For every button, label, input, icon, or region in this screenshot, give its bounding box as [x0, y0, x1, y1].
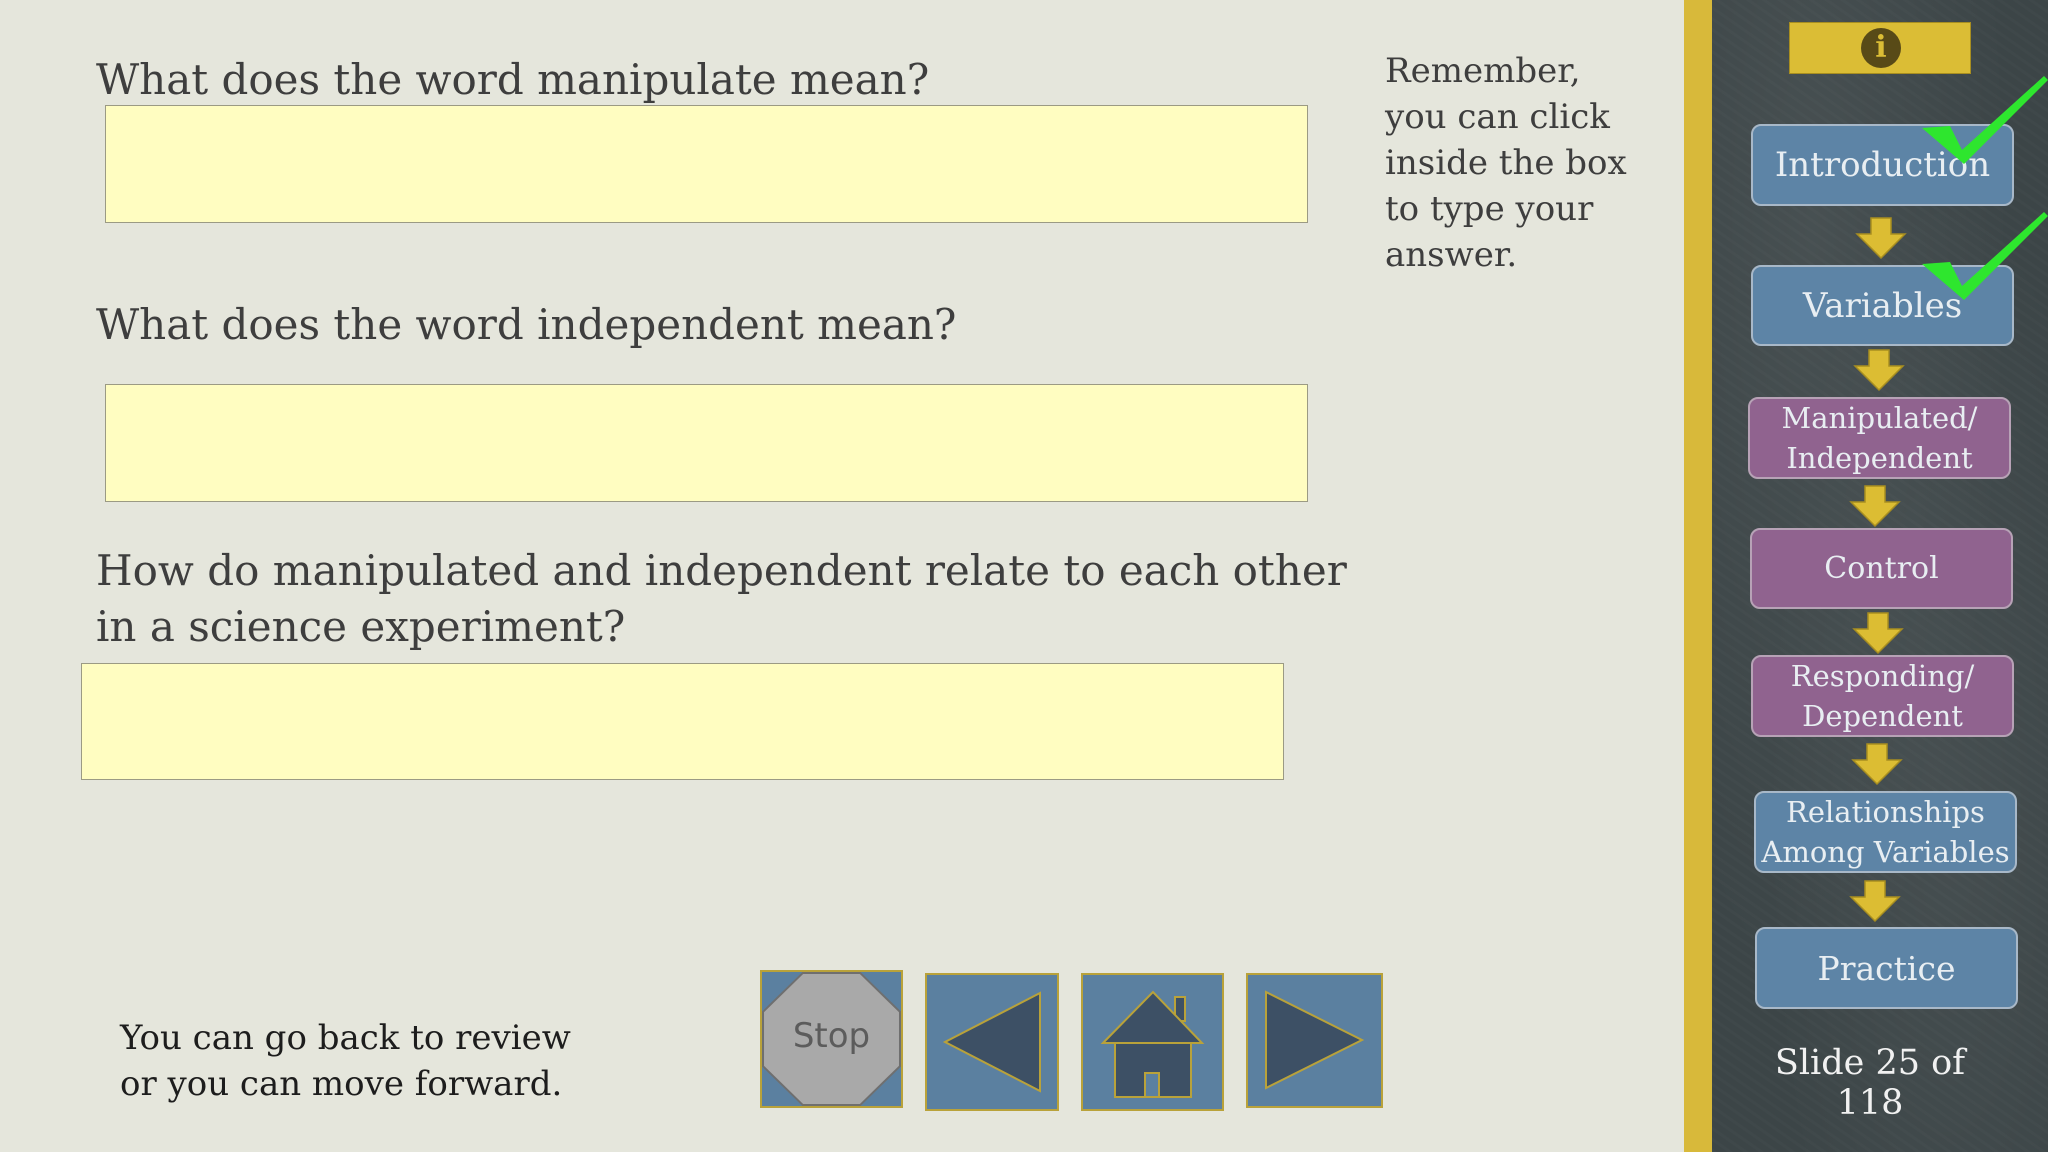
house-icon	[1100, 990, 1205, 1098]
step-label-line1: Manipulated/	[1781, 401, 1978, 435]
info-icon: i	[1861, 28, 1901, 68]
answer-box-3[interactable]	[81, 663, 1284, 780]
forward-button[interactable]	[1246, 973, 1383, 1108]
step-label: Practice	[1817, 948, 1956, 988]
down-arrow-icon	[1855, 217, 1907, 260]
stop-button[interactable]: Stop	[760, 970, 903, 1108]
sidebar-accent-stripe	[1684, 0, 1712, 1152]
right-triangle-icon	[1265, 990, 1365, 1090]
home-button[interactable]	[1081, 973, 1224, 1111]
answer-box-2[interactable]	[105, 384, 1308, 502]
slide-counter: Slide 25 of 118	[1774, 1043, 1966, 1123]
step-manipulated-independent[interactable]: Manipulated/ Independent	[1748, 397, 2011, 479]
step-label-line2: Dependent	[1802, 699, 1963, 733]
slide-content: What does the word manipulate mean? What…	[0, 0, 1684, 1152]
reminder-text: Remember, you can click inside the box t…	[1385, 51, 1627, 275]
step-label-line2: Among Variables	[1761, 835, 2010, 869]
checkmark-icon	[1922, 212, 2048, 300]
down-arrow-icon	[1852, 612, 1904, 655]
info-button[interactable]: i	[1789, 22, 1971, 74]
step-responding-dependent[interactable]: Responding/ Dependent	[1751, 655, 2014, 737]
down-arrow-icon	[1851, 743, 1903, 786]
down-arrow-icon	[1853, 349, 1905, 392]
step-label: Control	[1824, 551, 1939, 586]
step-control[interactable]: Control	[1750, 528, 2013, 609]
down-arrow-icon	[1849, 880, 1901, 923]
step-label-line2: Independent	[1786, 441, 1973, 475]
navigation-hint: You can go back to review or you can mov…	[120, 1018, 571, 1104]
question-1: What does the word manipulate mean?	[96, 55, 930, 104]
answer-box-1[interactable]	[105, 105, 1308, 223]
stop-label: Stop	[792, 1016, 871, 1056]
left-triangle-icon	[942, 991, 1041, 1093]
question-2: What does the word independent mean?	[96, 300, 957, 349]
step-label-line1: Relationships	[1786, 795, 1985, 829]
step-label-line1: Responding/	[1790, 659, 1975, 693]
checkmark-icon	[1922, 76, 2048, 164]
question-3: How do manipulated and independent relat…	[96, 546, 1347, 651]
step-relationships[interactable]: Relationships Among Variables	[1754, 791, 2017, 873]
down-arrow-icon	[1849, 485, 1901, 528]
step-practice[interactable]: Practice	[1755, 927, 2018, 1009]
back-button[interactable]	[925, 973, 1059, 1111]
